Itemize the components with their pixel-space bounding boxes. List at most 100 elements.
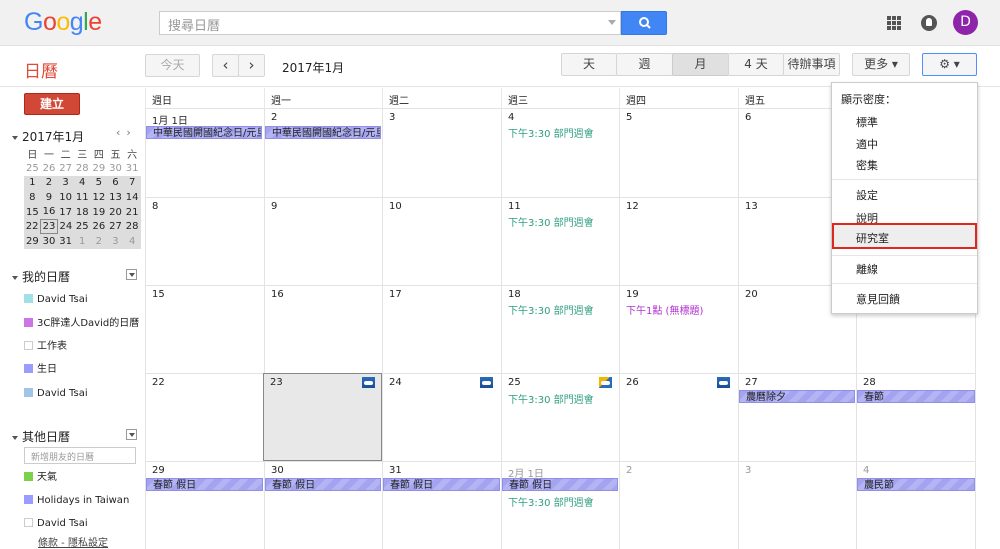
other-calendars-menu-icon[interactable] — [126, 429, 137, 440]
day-cell[interactable]: 15 — [145, 285, 264, 373]
mini-day[interactable]: 21 — [123, 204, 141, 220]
settings-button[interactable]: ⚙ ▾ — [922, 53, 977, 76]
mini-day[interactable]: 26 — [41, 161, 58, 176]
mini-day[interactable]: 3 — [107, 233, 124, 249]
day-cell[interactable]: 4 — [501, 108, 619, 197]
avatar[interactable]: D — [953, 10, 978, 35]
menu-item-settings[interactable]: 設定 — [856, 187, 878, 203]
view-4day-tab[interactable]: 4 天 — [728, 53, 784, 76]
day-cell[interactable]: 22 — [145, 373, 264, 461]
meeting-event[interactable]: 下午3:30 部門週會 — [508, 302, 594, 317]
view-month-tab[interactable]: 月 — [672, 53, 729, 76]
mini-day[interactable]: 3 — [57, 175, 74, 191]
mini-day[interactable]: 8 — [24, 190, 41, 205]
day-cell[interactable]: 3 — [382, 108, 501, 197]
holiday-event[interactable]: 春節 假日 — [383, 478, 500, 491]
mini-day[interactable]: 15 — [24, 204, 41, 220]
view-agenda-tab[interactable]: 待辦事項 — [783, 53, 840, 76]
day-cell[interactable]: 30 — [264, 461, 382, 549]
meeting-event[interactable]: 下午3:30 部門週會 — [508, 494, 594, 509]
mini-day-today[interactable]: 23 — [40, 218, 58, 235]
holiday-event[interactable]: 農民節 — [857, 478, 975, 491]
mini-day[interactable]: 28 — [74, 161, 91, 176]
mini-day[interactable]: 31 — [124, 161, 141, 176]
google-logo[interactable]: Google — [24, 8, 102, 37]
calendar-item[interactable]: Holidays in Taiwan — [24, 495, 129, 507]
day-cell[interactable]: 2 — [619, 461, 738, 549]
mini-calendar-title[interactable]: 2017年1月 — [12, 128, 84, 145]
holiday-event[interactable]: 農曆除夕 — [739, 390, 855, 403]
add-friend-calendar-input[interactable]: 新增朋友的日曆 — [24, 447, 136, 464]
mini-day[interactable]: 27 — [57, 161, 74, 176]
mini-day[interactable]: 6 — [107, 175, 124, 191]
search-options-icon[interactable] — [608, 20, 616, 25]
mini-day[interactable]: 12 — [90, 190, 108, 205]
mini-day[interactable]: 30 — [107, 161, 124, 176]
mini-day[interactable]: 14 — [123, 190, 141, 205]
prev-button[interactable]: ‹ — [212, 54, 239, 77]
search-input[interactable]: 搜尋日曆 — [159, 11, 621, 35]
my-calendars-menu-icon[interactable] — [126, 269, 137, 280]
mini-day[interactable]: 1 — [24, 175, 41, 191]
mini-day[interactable]: 18 — [73, 204, 91, 220]
day-cell[interactable]: 10 — [382, 197, 501, 285]
day-cell[interactable]: 9 — [264, 197, 382, 285]
mini-day[interactable]: 25 — [24, 161, 41, 176]
mini-day[interactable]: 9 — [40, 190, 58, 205]
view-week-tab[interactable]: 週 — [616, 53, 673, 76]
day-cell[interactable]: 1月 1日 — [145, 108, 264, 197]
create-button[interactable]: 建立 — [24, 93, 80, 115]
mini-day[interactable]: 26 — [90, 219, 108, 234]
other-calendars-header[interactable]: 其他日曆 — [12, 428, 70, 445]
mini-day[interactable]: 2 — [40, 175, 58, 191]
day-cell[interactable]: 31 — [382, 461, 501, 549]
menu-item-labs-highlight[interactable] — [832, 223, 977, 249]
next-button[interactable]: › — [238, 54, 265, 77]
mini-day[interactable]: 20 — [107, 204, 124, 220]
day-cell[interactable]: 8 — [145, 197, 264, 285]
weather-icon[interactable] — [362, 377, 375, 388]
menu-item-standard[interactable]: 標準 — [856, 114, 878, 130]
mini-day[interactable]: 5 — [90, 175, 108, 191]
mini-day[interactable]: 1 — [73, 233, 91, 249]
weather-icon[interactable] — [717, 377, 730, 388]
search-button[interactable] — [621, 11, 667, 35]
day-cell[interactable]: 12 — [619, 197, 738, 285]
menu-item-compact[interactable]: 密集 — [856, 157, 878, 173]
untitled-event[interactable]: 下午1點 (無標題) — [626, 302, 703, 317]
today-button[interactable]: 今天 — [145, 54, 200, 77]
mini-day[interactable]: 17 — [57, 204, 74, 220]
day-cell[interactable]: 29 — [145, 461, 264, 549]
mini-day[interactable]: 25 — [73, 219, 91, 234]
day-cell[interactable]: 18 — [501, 285, 619, 373]
calendar-item[interactable]: 天氣 — [24, 472, 57, 484]
day-cell[interactable]: 16 — [264, 285, 382, 373]
mini-day[interactable]: 31 — [57, 233, 74, 249]
mini-day[interactable]: 13 — [107, 190, 124, 205]
day-cell[interactable]: 11 — [501, 197, 619, 285]
mini-day[interactable]: 22 — [24, 219, 41, 234]
view-day-tab[interactable]: 天 — [561, 53, 617, 76]
my-calendars-header[interactable]: 我的日曆 — [12, 268, 70, 285]
menu-item-comfortable[interactable]: 適中 — [856, 136, 878, 152]
calendar-item[interactable]: David Tsai — [24, 388, 88, 400]
meeting-event[interactable]: 下午3:30 部門週會 — [508, 125, 594, 140]
day-cell[interactable]: 5 — [619, 108, 738, 197]
mini-day[interactable]: 24 — [57, 219, 74, 234]
holiday-event[interactable]: 中華民國開國紀念日/元旦 — [146, 126, 262, 139]
holiday-event[interactable]: 春節 假日 — [146, 478, 263, 491]
calendar-item[interactable]: David Tsai — [24, 294, 88, 306]
mini-day[interactable]: 11 — [73, 190, 91, 205]
calendar-item[interactable]: 工作表 — [24, 341, 67, 353]
day-cell[interactable]: 3 — [738, 461, 856, 549]
mini-day[interactable]: 27 — [107, 219, 124, 234]
day-cell[interactable]: 2 — [264, 108, 382, 197]
calendar-item[interactable]: 3C胖達人David的日曆 — [24, 318, 139, 330]
more-button[interactable]: 更多 ▾ — [852, 53, 910, 76]
menu-item-offline[interactable]: 離線 — [856, 261, 878, 277]
mini-day[interactable]: 7 — [123, 175, 141, 191]
notifications-icon[interactable] — [921, 15, 937, 31]
mini-day[interactable]: 4 — [73, 175, 91, 191]
holiday-event[interactable]: 春節 假日 — [265, 478, 381, 491]
calendar-item[interactable]: 生日 — [24, 364, 57, 376]
